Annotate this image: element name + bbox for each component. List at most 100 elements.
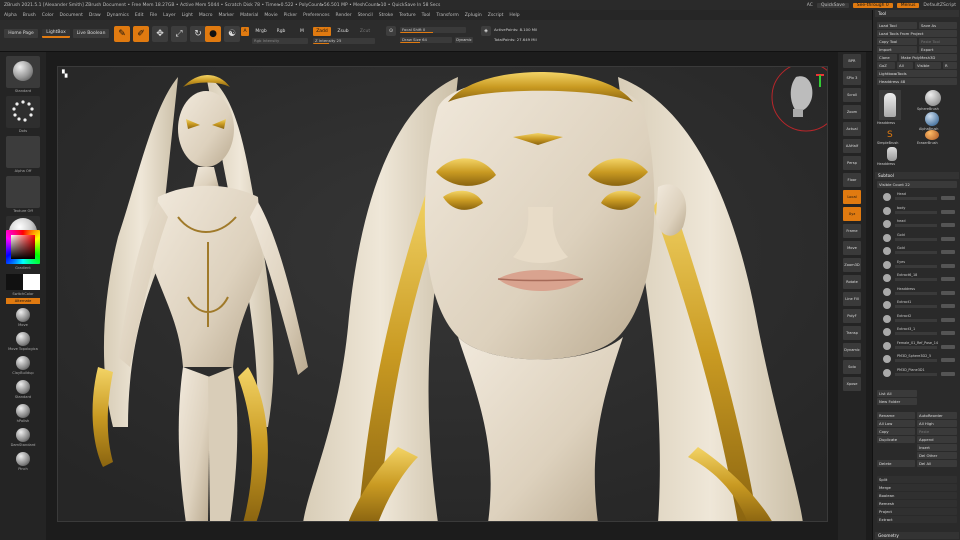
current-tool-slider[interactable]: Headdress 48 xyxy=(877,78,957,85)
copy-button[interactable]: Copy xyxy=(877,428,915,435)
color-picker[interactable] xyxy=(6,230,40,264)
r-button[interactable]: R xyxy=(943,62,957,69)
menu-file[interactable]: File xyxy=(150,13,158,18)
dynamic-button[interactable]: Dynamic xyxy=(455,37,473,43)
subtool-opacity-bar[interactable] xyxy=(895,305,937,308)
delete-button[interactable]: Delete xyxy=(877,460,915,467)
rotate-mode-button[interactable]: ↻ xyxy=(190,26,206,42)
make-polymesh-button[interactable]: Make PolyMesh3D xyxy=(899,54,957,61)
menu-light[interactable]: Light xyxy=(182,13,193,18)
subtool-row[interactable]: Eyes xyxy=(881,260,959,270)
brush-move-topologica-icon[interactable] xyxy=(16,332,30,346)
bpr-button[interactable]: BPR xyxy=(843,54,861,68)
load-tool-button[interactable]: Load Tool xyxy=(877,22,917,29)
menu-stroke[interactable]: Stroke xyxy=(379,13,393,18)
visibility-eye-icon[interactable] xyxy=(941,344,955,349)
menu-macro[interactable]: Macro xyxy=(199,13,213,18)
xpose-button[interactable]: Xpose xyxy=(843,377,861,391)
menu-document[interactable]: Document xyxy=(60,13,83,18)
focal-shift-slider[interactable]: Focal Shift 0 xyxy=(400,27,466,33)
subtool-opacity-bar[interactable] xyxy=(895,278,937,281)
subtool-row[interactable]: Extract1 xyxy=(881,300,959,310)
geometry-header[interactable]: Geometry xyxy=(875,532,959,539)
secondary-color-swatch[interactable] xyxy=(23,274,40,290)
zadd-button[interactable]: Zadd xyxy=(313,27,331,36)
menu-alpha[interactable]: Alpha xyxy=(4,13,17,18)
visibility-eye-icon[interactable] xyxy=(941,263,955,268)
visibility-eye-icon[interactable] xyxy=(941,317,955,322)
subtool-row[interactable]: head xyxy=(881,219,959,229)
load-tools-from-project-button[interactable]: Load Tools From Project xyxy=(877,30,957,37)
xyz-button[interactable]: Xyz xyxy=(843,207,861,221)
visibility-eye-icon[interactable] xyxy=(941,304,955,308)
edit-mode-button[interactable]: ✎ xyxy=(114,26,130,42)
subtool-opacity-bar[interactable] xyxy=(895,264,937,268)
viewport-canvas[interactable]: ▚ xyxy=(57,66,828,522)
append-button[interactable]: Append xyxy=(917,436,957,443)
subtool-row[interactable]: Extract3_1 xyxy=(881,327,959,337)
del-other-button[interactable]: Del Other xyxy=(917,452,957,459)
del-all-button[interactable]: Del All xyxy=(917,460,957,467)
menu-color[interactable]: Color xyxy=(42,13,54,18)
persp-button[interactable]: Persp xyxy=(843,156,861,170)
sphere-material-button[interactable]: ● xyxy=(205,26,221,42)
menu-material[interactable]: Material xyxy=(240,13,258,18)
visible-count-slider[interactable]: Visible Count 22 xyxy=(877,181,957,188)
draw-mode-button[interactable]: ✐ xyxy=(133,26,149,42)
subtool-row[interactable]: Gold xyxy=(881,233,959,243)
subtool-opacity-bar[interactable] xyxy=(895,345,937,349)
visibility-eye-icon[interactable] xyxy=(941,250,955,254)
draw-size-slider[interactable]: Draw Size 64 xyxy=(400,37,452,43)
menu-texture[interactable]: Texture xyxy=(399,13,415,18)
brush-claybuildup-icon[interactable] xyxy=(16,356,30,370)
home-page-button[interactable]: Home Page xyxy=(4,29,38,38)
all-high-button[interactable]: All High xyxy=(917,420,957,427)
alternate-button[interactable]: Alternate xyxy=(6,298,40,304)
brush-pinch-icon[interactable] xyxy=(16,452,30,466)
polyf-button[interactable]: PolyF xyxy=(843,309,861,323)
autoreorder-button[interactable]: AutoReorder xyxy=(917,412,957,419)
rename-button[interactable]: Rename xyxy=(877,412,915,419)
paste-button[interactable]: Paste xyxy=(917,428,957,435)
subtool-row[interactable]: PM3D_Plane3D1 xyxy=(881,368,959,378)
visibility-eye-icon[interactable] xyxy=(941,236,955,241)
sphere-brush-thumb[interactable] xyxy=(925,90,941,106)
boolean-menu[interactable]: Boolean xyxy=(877,492,957,499)
m-button[interactable]: M xyxy=(298,27,306,36)
subtool-opacity-bar[interactable] xyxy=(895,210,937,214)
quicksave-button[interactable]: QuickSave xyxy=(816,2,849,8)
visible-button[interactable]: Visible xyxy=(915,62,941,69)
menu-edit[interactable]: Edit xyxy=(135,13,144,18)
subtool-opacity-bar[interactable] xyxy=(895,197,937,200)
menu-dynamics[interactable]: Dynamics xyxy=(107,13,129,18)
menu-help[interactable]: Help xyxy=(509,13,519,18)
insert-button[interactable]: Insert xyxy=(917,444,957,451)
primary-color-swatch[interactable] xyxy=(6,274,23,290)
actual-button[interactable]: Actual xyxy=(843,122,861,136)
menu-render[interactable]: Render xyxy=(336,13,352,18)
eraser-brush-thumb[interactable] xyxy=(925,130,939,140)
visibility-eye-icon[interactable] xyxy=(941,371,955,376)
subtool-row[interactable]: Gold xyxy=(881,246,959,256)
visibility-eye-icon[interactable] xyxy=(941,358,955,362)
menu-zscript[interactable]: Zscript xyxy=(488,13,504,18)
live-boolean-button[interactable]: Live Boolean xyxy=(73,29,109,38)
import-button[interactable]: Import xyxy=(877,46,917,53)
subtool-row[interactable]: Extract6_18 xyxy=(881,273,959,283)
aahalf-button[interactable]: AAHalf xyxy=(843,139,861,153)
transp-button[interactable]: Transp xyxy=(843,326,861,340)
menu-stencil[interactable]: Stencil xyxy=(358,13,373,18)
subtool-header[interactable]: Subtool xyxy=(875,172,959,179)
headdress-thumb[interactable] xyxy=(887,147,897,161)
subtool-opacity-bar[interactable] xyxy=(895,224,937,227)
menu-tool[interactable]: Tool xyxy=(422,13,431,18)
menu-zplugin[interactable]: Zplugin xyxy=(465,13,482,18)
brush-standard-icon[interactable] xyxy=(16,380,30,394)
subtool-opacity-bar[interactable] xyxy=(895,359,937,362)
menu-layer[interactable]: Layer xyxy=(163,13,176,18)
move-mode-button[interactable]: ✥ xyxy=(152,26,168,42)
alpha-brush-thumb[interactable] xyxy=(925,112,939,126)
duplicate-button[interactable]: Duplicate xyxy=(877,436,915,443)
save-as-button[interactable]: Save As xyxy=(919,22,957,29)
local-button[interactable]: Local xyxy=(843,190,861,204)
